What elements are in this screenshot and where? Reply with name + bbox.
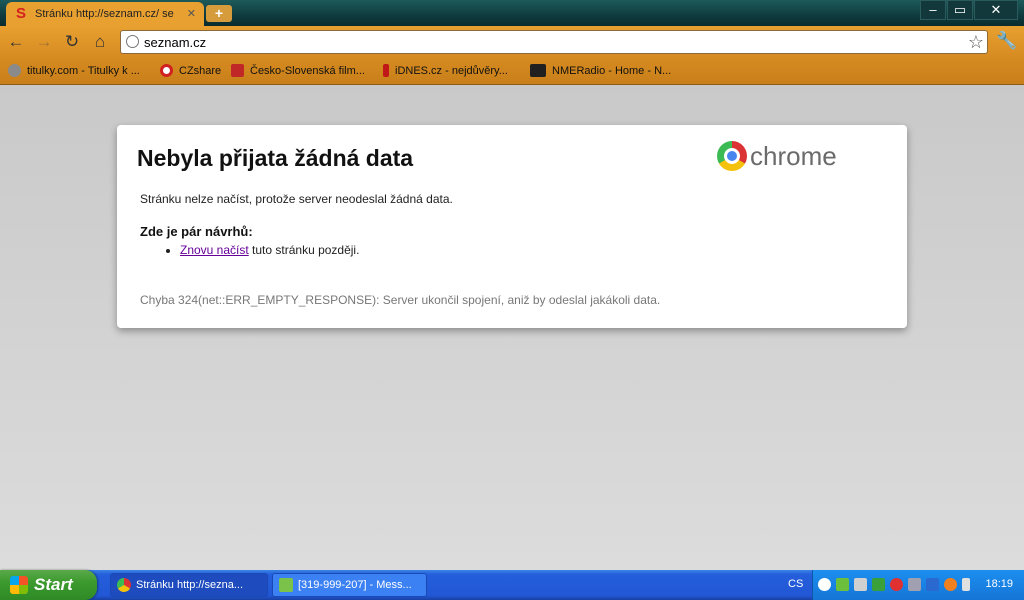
reload-link[interactable]: Znovu načíst <box>180 243 249 257</box>
globe-icon <box>126 35 139 48</box>
error-title: Nebyla přijata žádná data <box>137 145 414 171</box>
chrome-logo-icon <box>717 141 747 171</box>
clock[interactable]: 18:19 <box>985 578 1013 590</box>
device-icon[interactable] <box>962 578 970 591</box>
browser-tab[interactable]: S Stránku http://seznam.cz/ se ✕ <box>6 2 204 26</box>
address-text[interactable]: seznam.cz <box>144 35 206 50</box>
chrome-wordmark: chrome <box>750 141 837 171</box>
bookmark-csfd[interactable]: Česko-Slovenská film... <box>231 64 365 77</box>
list-item: Znovu načíst tuto stránku později. <box>180 243 359 257</box>
title-bar: S Stránku http://seznam.cz/ se ✕ + ‒ ▭ ✕ <box>0 0 1024 26</box>
bookmark-label: NMERadio - Home - N... <box>552 64 672 77</box>
seznam-s-icon: S <box>16 5 27 22</box>
bookmark-titulky[interactable]: titulky.com - Titulky k ... <box>8 64 140 77</box>
antivirus-icon[interactable] <box>890 578 903 591</box>
chrome-icon <box>117 578 131 592</box>
tray-app-icon[interactable] <box>836 578 849 591</box>
nme-icon <box>530 64 546 77</box>
bookmark-label: titulky.com - Titulky k ... <box>27 64 140 77</box>
wrench-icon[interactable]: 🔧 <box>996 31 1017 51</box>
minimize-button[interactable]: ‒ <box>920 0 946 20</box>
csfd-icon <box>231 64 244 77</box>
error-code: Chyba 324(net::ERR_EMPTY_RESPONSE): Serv… <box>140 293 661 307</box>
idnes-icon <box>383 64 389 77</box>
new-tab-button[interactable]: + <box>206 5 232 22</box>
czshare-icon <box>160 64 173 77</box>
reload-button[interactable]: ↻ <box>62 32 82 52</box>
bookmarks-bar: titulky.com - Titulky k ... CZshare Česk… <box>0 60 1024 85</box>
messenger-icon <box>279 578 293 592</box>
tab-close-icon[interactable]: ✕ <box>187 7 196 20</box>
bluetooth-icon[interactable] <box>926 578 939 591</box>
taskbar-button-label: [319-999-207] - Mess... <box>298 579 412 591</box>
forward-button[interactable]: → <box>34 32 54 52</box>
suggestion-text: tuto stránku později. <box>248 243 360 257</box>
update-icon[interactable] <box>944 578 957 591</box>
display-icon[interactable] <box>908 578 921 591</box>
address-bar[interactable]: seznam.cz ☆ <box>120 30 988 54</box>
bookmark-label: iDNES.cz - nejdůvěry... <box>395 64 508 77</box>
tray-expand-icon[interactable] <box>818 578 831 591</box>
bookmark-nmeradio[interactable]: NMERadio - Home - N... <box>530 64 671 77</box>
window-controls: ‒ ▭ ✕ <box>919 0 1018 20</box>
tab-title: Stránku http://seznam.cz/ se <box>35 8 174 20</box>
page-content: Nebyla přijata žádná data chrome Stránku… <box>0 85 1024 570</box>
bookmark-star-icon[interactable]: ☆ <box>968 32 984 53</box>
taskbar-button-chrome[interactable]: Stránku http://sezna... <box>110 573 268 597</box>
taskbar: Start Stránku http://sezna... [319-999-2… <box>0 570 1024 600</box>
bookmark-label: CZshare <box>179 64 222 77</box>
error-card: Nebyla přijata žádná data chrome Stránku… <box>117 125 907 328</box>
taskbar-button-label: Stránku http://sezna... <box>136 579 244 591</box>
restore-button[interactable]: ▭ <box>947 0 973 20</box>
suggestions-list: Znovu načíst tuto stránku později. <box>140 243 359 257</box>
windows-logo-icon <box>10 576 28 594</box>
system-tray: 18:19 <box>812 570 1024 600</box>
titulky-icon <box>8 64 21 77</box>
close-window-button[interactable]: ✕ <box>974 0 1018 20</box>
error-description: Stránku nelze načíst, protože server neo… <box>140 192 453 206</box>
bookmark-idnes[interactable]: iDNES.cz - nejdůvěry... <box>383 64 508 77</box>
network-icon[interactable] <box>854 578 867 591</box>
ovi-icon[interactable] <box>872 578 885 591</box>
bookmark-label: Česko-Slovenská film... <box>250 64 365 77</box>
browser-toolbar: ← → ↻ ⌂ seznam.cz ☆ 🔧 <box>0 26 1024 60</box>
language-indicator[interactable]: CS <box>788 578 803 590</box>
back-button[interactable]: ← <box>6 32 26 52</box>
home-button[interactable]: ⌂ <box>90 32 110 52</box>
start-button[interactable]: Start <box>0 570 97 600</box>
suggestions-title: Zde je pár návrhů: <box>140 224 253 239</box>
bookmark-czshare[interactable]: CZshare <box>160 64 221 77</box>
taskbar-button-messenger[interactable]: [319-999-207] - Mess... <box>272 573 427 597</box>
start-label: Start <box>34 575 73 594</box>
